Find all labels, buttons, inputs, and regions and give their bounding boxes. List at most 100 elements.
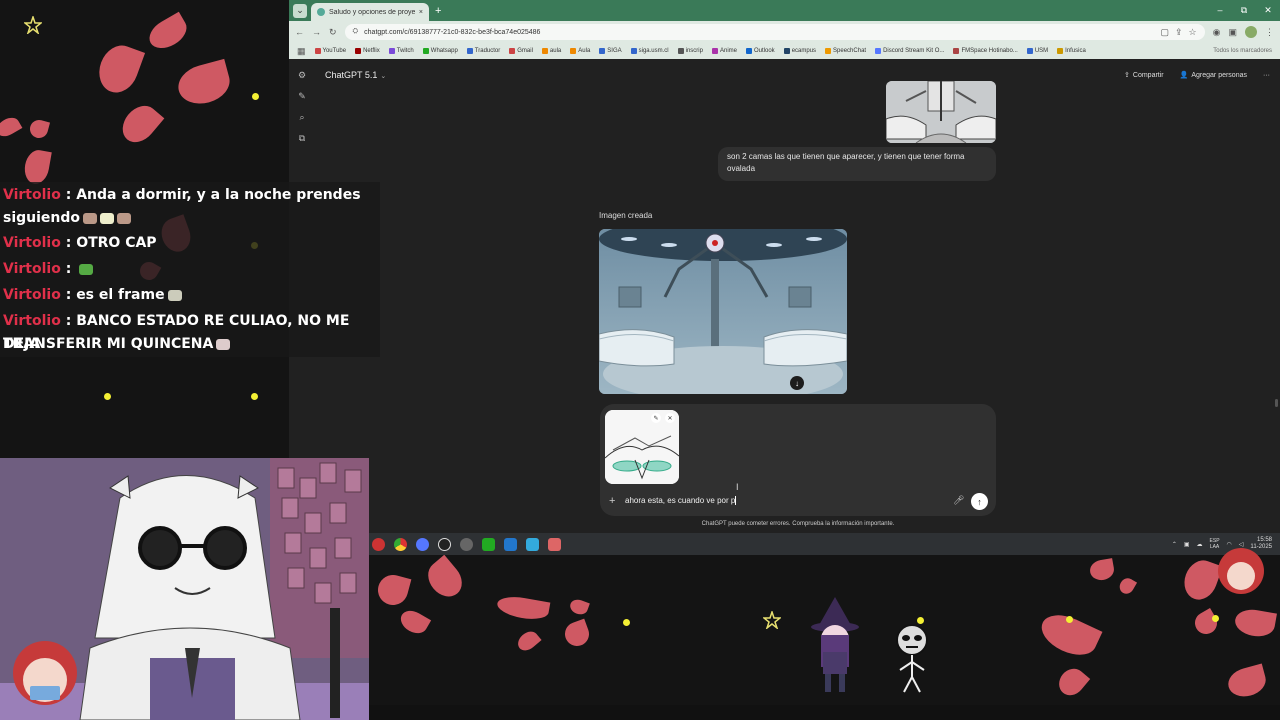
edit-attachment-icon[interactable]: ✎ — [651, 413, 661, 423]
bookmark-item[interactable]: Gmail — [509, 48, 533, 54]
reload-icon[interactable]: ↻ — [329, 27, 337, 38]
tray-icon[interactable]: ▣ — [1184, 541, 1190, 548]
bookmark-item[interactable]: SIGA — [599, 48, 622, 54]
all-bookmarks[interactable]: Todos los marcadores — [1213, 48, 1272, 54]
previous-image[interactable] — [886, 81, 996, 143]
petal — [144, 11, 192, 55]
sparkle-dot — [1212, 615, 1219, 622]
tab-search-icon[interactable]: ⌄ — [293, 3, 307, 18]
bookmark-item[interactable]: FMSpace Hotinabo... — [953, 48, 1018, 54]
share-button[interactable]: ⇪ Compartir — [1124, 71, 1164, 80]
bookmark-item[interactable]: Netflix — [355, 48, 380, 54]
bookmark-item[interactable]: Traductor — [466, 48, 500, 54]
tab-chatgpt[interactable]: Saludo y opciones de proyecto × — [311, 3, 429, 21]
bookmark-item[interactable]: Twitch — [388, 48, 414, 54]
chrome-icon[interactable] — [394, 537, 407, 551]
composer: ✎ ✕ + ahora esta, es cuando ve por p 🎤︎ … — [600, 404, 996, 516]
bookmark-item[interactable]: aula — [541, 48, 561, 54]
system-tray: ⌃ ▣ ☁ ESP LAA ◠ ◁ 15:58 11-2025 — [1172, 537, 1280, 551]
wifi-icon[interactable]: ◠ — [1227, 541, 1232, 548]
maximize-button[interactable]: ⧉ — [1232, 5, 1256, 16]
bookmark-item[interactable]: Aula — [570, 48, 590, 54]
language-indicator[interactable]: ESP LAA — [1210, 538, 1220, 550]
sparkle-dot — [104, 393, 111, 400]
emote-icon — [117, 212, 132, 224]
download-icon[interactable]: ↓ — [790, 376, 804, 390]
openai-logo-icon[interactable]: ⚙ — [298, 70, 306, 81]
search-icon[interactable]: ⌕ — [299, 112, 304, 123]
header-actions: ⇪ Compartir 👤 Agregar personas ··· — [1124, 71, 1280, 80]
settings-icon[interactable] — [460, 537, 473, 551]
apps-icon[interactable]: ▦ — [297, 46, 306, 57]
library-icon[interactable]: ⧉ — [299, 133, 305, 144]
address-bar[interactable]: ⛭ chatgpt.com/c/69138777-21c0-832c-be3f-… — [344, 24, 1205, 40]
close-window-button[interactable]: ✕ — [1256, 5, 1280, 16]
vscode-icon[interactable] — [504, 537, 517, 551]
page-icon[interactable]: ▢ — [1160, 27, 1169, 38]
prompt-input[interactable]: ahora esta, es cuando ve por p — [625, 496, 737, 506]
new-chat-icon[interactable]: ✎ — [298, 91, 306, 102]
bookmark-item[interactable]: Infusica — [1057, 48, 1086, 54]
share-page-icon[interactable]: ⇪ — [1175, 27, 1183, 38]
scrollbar[interactable] — [1275, 399, 1278, 407]
emote-icon — [79, 263, 94, 275]
extension-icon[interactable]: ◉ — [1213, 27, 1221, 38]
user-message: son 2 camas las que tienen que aparecer,… — [718, 147, 996, 181]
cloud-icon[interactable]: ☁ — [1197, 541, 1203, 548]
siga-icon — [630, 48, 637, 54]
emote-icon — [216, 338, 231, 350]
bookmark-item[interactable]: Discord Stream Kit O... — [875, 48, 944, 54]
notepad-icon[interactable] — [526, 537, 539, 551]
send-arrow-icon[interactable]: ↑ — [971, 493, 988, 510]
youtube-icon — [314, 48, 321, 54]
obs-icon[interactable] — [438, 537, 451, 551]
generated-image[interactable]: ↓ — [599, 229, 847, 394]
back-icon[interactable]: ← — [295, 27, 304, 37]
bookmark-item[interactable]: ecampus — [783, 48, 816, 54]
bookmark-item[interactable]: Whatsapp — [422, 48, 458, 54]
bookmark-item[interactable]: siga.usm.cl — [630, 48, 669, 54]
add-people-button[interactable]: 👤 Agregar personas — [1180, 71, 1247, 80]
bookmark-star-icon[interactable]: ☆ — [1189, 27, 1197, 38]
petal — [396, 606, 432, 638]
tab-title: Saludo y opciones de proyecto — [329, 8, 415, 16]
chat-message: Virtolio : OTRO CAP — [3, 235, 157, 251]
clock[interactable]: 15:58 11-2025 — [1250, 537, 1272, 551]
forward-icon[interactable]: → — [312, 27, 321, 37]
tab-close-icon[interactable]: × — [419, 9, 423, 16]
attachment-thumbnail[interactable]: ✎ ✕ — [605, 410, 679, 484]
image-created-label: Imagen creada — [599, 211, 653, 220]
bookmark-item[interactable]: USM — [1026, 48, 1048, 54]
menu-icon[interactable]: ⋮ — [1265, 27, 1274, 38]
translate-icon — [466, 48, 473, 54]
bookmark-item[interactable]: YouTube — [314, 48, 346, 54]
chevron-up-icon[interactable]: ⌃ — [1172, 541, 1177, 548]
outlook-icon — [746, 48, 752, 54]
remove-attachment-icon[interactable]: ✕ — [665, 413, 675, 423]
volume-icon[interactable]: ◁ — [1239, 541, 1244, 548]
bookmark-item[interactable]: SpeechChat — [825, 48, 866, 54]
bookmark-item[interactable]: Outlook — [746, 48, 775, 54]
vtuber-app-icon[interactable] — [548, 537, 561, 551]
plus-icon[interactable]: + — [609, 495, 615, 507]
discord-icon[interactable] — [416, 537, 429, 551]
site-info-icon[interactable]: ⛭ — [353, 28, 359, 36]
model-selector[interactable]: ChatGPT 5.1 ⌄ — [325, 70, 386, 80]
vtuber-camera — [0, 458, 369, 720]
petal — [115, 99, 165, 149]
spreadsheet-icon[interactable] — [482, 537, 495, 551]
taskbar-app-icon[interactable] — [372, 537, 385, 551]
profile-avatar[interactable] — [1245, 26, 1257, 38]
chat-message: Virtolio : — [3, 258, 94, 281]
new-tab-button[interactable]: + — [435, 5, 441, 17]
minimize-button[interactable]: – — [1208, 5, 1232, 16]
ecampus-icon — [783, 48, 790, 54]
more-options-button[interactable]: ··· — [1263, 72, 1270, 79]
discord-icon — [875, 48, 882, 54]
mic-icon[interactable]: 🎤︎ — [953, 495, 964, 506]
chatgpt-favicon-icon — [317, 8, 325, 16]
bookmark-item[interactable]: Anime — [711, 48, 737, 54]
petal — [1190, 607, 1222, 639]
bookmark-item[interactable]: inscrip — [677, 48, 703, 54]
puzzle-icon[interactable]: ▣ — [1228, 27, 1237, 38]
